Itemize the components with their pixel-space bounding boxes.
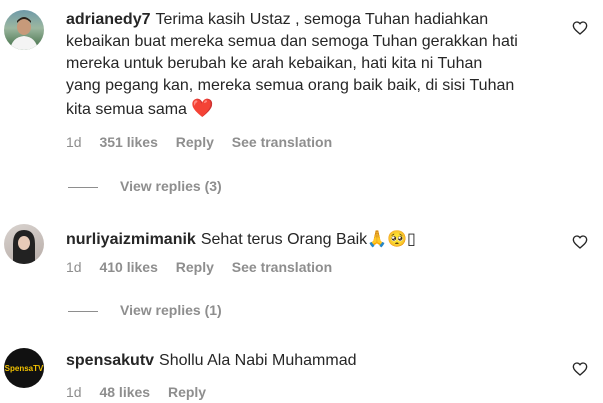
- comment-line: kita semua sama: [66, 101, 187, 118]
- comment-text: spensakutv Shollu Ala Nabi Muhammad: [66, 350, 561, 372]
- heart-outline-icon[interactable]: [572, 361, 588, 377]
- heart-outline-icon[interactable]: [572, 234, 588, 250]
- likes-count[interactable]: 410 likes: [99, 259, 157, 275]
- timestamp: 1d: [66, 384, 82, 400]
- comment-text: adrianedy7 Terima kasih Ustaz , semoga Tu…: [66, 9, 561, 121]
- comment-line: yang pegang kan, mereka semua orang baik…: [66, 77, 515, 94]
- comment-line: Terima kasih Ustaz , semoga Tuhan hadiah…: [155, 11, 489, 28]
- timestamp: 1d: [66, 259, 82, 275]
- username[interactable]: nurliyaizmimanik: [66, 231, 196, 248]
- reply-button[interactable]: Reply: [176, 259, 214, 275]
- heart-outline-icon[interactable]: [572, 20, 588, 36]
- see-translation-button[interactable]: See translation: [232, 259, 332, 275]
- comment-meta: 1d 351 likes Reply See translation: [66, 133, 346, 151]
- emoji: 🙏🥺▯: [367, 231, 416, 248]
- reply-button[interactable]: Reply: [168, 384, 206, 400]
- see-translation-button[interactable]: See translation: [232, 134, 332, 150]
- red-heart-emoji: ❤️: [191, 98, 214, 118]
- reply-button[interactable]: Reply: [176, 134, 214, 150]
- username[interactable]: spensakutv: [66, 352, 154, 369]
- avatar-photo: [13, 230, 35, 264]
- view-replies-label: View replies (1): [120, 302, 222, 318]
- comment-line: Sehat terus Orang Baik: [200, 231, 368, 248]
- svg-text:SpensaTV: SpensaTV: [5, 364, 44, 373]
- likes-count[interactable]: 351 likes: [99, 134, 157, 150]
- replies-divider: [68, 310, 98, 312]
- username[interactable]: adrianedy7: [66, 11, 150, 28]
- replies-divider: [68, 186, 98, 188]
- avatar[interactable]: [4, 10, 44, 50]
- view-replies-label: View replies (3): [120, 178, 222, 194]
- avatar[interactable]: [4, 224, 44, 264]
- timestamp: 1d: [66, 134, 82, 150]
- view-replies-button[interactable]: View replies (1): [68, 301, 222, 319]
- avatar-logo: SpensaTV: [5, 364, 44, 373]
- comment-line: Shollu Ala Nabi Muhammad: [159, 352, 357, 369]
- likes-count[interactable]: 48 likes: [99, 384, 150, 400]
- comment-line: kebaikan buat mereka semua dan semoga Tu…: [66, 33, 518, 50]
- comment-line: mereka untuk berubah ke arah kebaikan, h…: [66, 55, 483, 72]
- comment-meta: 1d 410 likes Reply See translation: [66, 258, 346, 276]
- view-replies-button[interactable]: View replies (3): [68, 177, 222, 195]
- avatar-photo: [10, 17, 38, 50]
- avatar[interactable]: SpensaTV: [4, 348, 44, 388]
- comment-meta: 1d 48 likes Reply: [66, 383, 220, 401]
- comment-text: nurliyaizmimanik Sehat terus Orang Baik🙏🥺…: [66, 229, 561, 251]
